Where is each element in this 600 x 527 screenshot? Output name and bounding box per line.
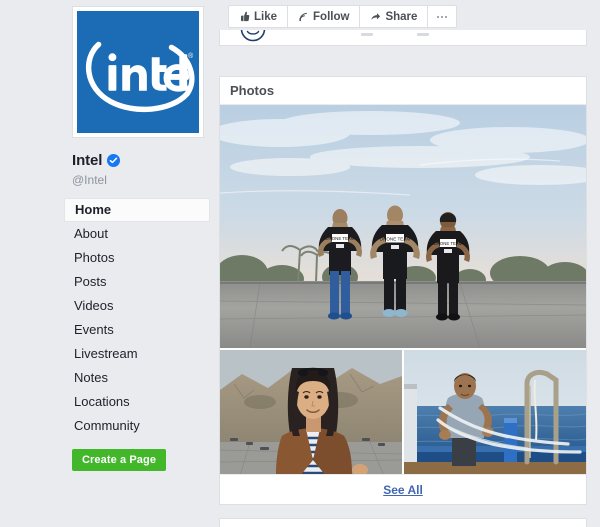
share-button-label: Share bbox=[385, 11, 417, 23]
photo-thumbnail-fisherman-boat[interactable] bbox=[404, 350, 586, 476]
photos-card-title: Photos bbox=[230, 83, 274, 98]
sidebar-item-livestream[interactable]: Livestream bbox=[64, 342, 210, 366]
sidebar-item-videos[interactable]: Videos bbox=[64, 294, 210, 318]
page-action-bar: Like Follow Share bbox=[228, 5, 457, 28]
ellipsis-icon bbox=[437, 16, 447, 18]
sidebar-item-about[interactable]: About bbox=[64, 222, 210, 246]
follow-button[interactable]: Follow bbox=[288, 6, 360, 27]
sidebar-item-home[interactable]: Home bbox=[64, 198, 210, 222]
profile-picture-card[interactable]: ® bbox=[72, 6, 204, 138]
like-button[interactable]: Like bbox=[229, 6, 288, 27]
more-options-button[interactable] bbox=[428, 6, 456, 27]
next-card-clipped-edge bbox=[219, 518, 587, 527]
previous-card-clipped-edge bbox=[219, 30, 587, 46]
share-button[interactable]: Share bbox=[360, 6, 428, 27]
card-text-stub bbox=[417, 33, 429, 36]
svg-text:DRONE TEAM: DRONE TEAM bbox=[434, 241, 463, 246]
create-page-button[interactable]: Create a Page bbox=[72, 449, 166, 471]
photos-card-header: Photos bbox=[220, 77, 586, 105]
verified-badge-icon bbox=[107, 154, 120, 167]
thumbs-up-icon bbox=[239, 11, 250, 22]
page-identity: Intel @Intel bbox=[72, 152, 120, 187]
follow-button-label: Follow bbox=[313, 11, 349, 23]
avatar-icon bbox=[240, 30, 266, 42]
sidebar-nav: Home About Photos Posts Videos Events Li… bbox=[64, 198, 210, 438]
page-title[interactable]: Intel bbox=[72, 152, 102, 169]
photo-thumbnail-woman-desert[interactable] bbox=[220, 350, 402, 476]
svg-text:DRONE TEAM: DRONE TEAM bbox=[380, 236, 411, 241]
sidebar-item-photos[interactable]: Photos bbox=[64, 246, 210, 270]
sidebar-item-community[interactable]: Community bbox=[64, 414, 210, 438]
content-right-column: Like Follow Share bbox=[219, 0, 587, 527]
intel-logo: ® bbox=[77, 11, 199, 133]
share-arrow-icon bbox=[370, 11, 381, 22]
svg-text:DRONE TEAM: DRONE TEAM bbox=[325, 236, 355, 241]
photos-card: Photos bbox=[219, 76, 587, 505]
page-name-row: Intel bbox=[72, 152, 120, 169]
like-button-label: Like bbox=[254, 11, 277, 23]
photo-row bbox=[220, 350, 586, 476]
card-text-stub bbox=[361, 33, 373, 36]
photos-card-footer: See All bbox=[220, 474, 586, 504]
photos-grid: DRONE TEAM bbox=[220, 105, 586, 476]
photo-thumbnail-drone-team[interactable]: DRONE TEAM bbox=[220, 105, 586, 348]
sidebar-item-posts[interactable]: Posts bbox=[64, 270, 210, 294]
see-all-link[interactable]: See All bbox=[383, 483, 423, 497]
profile-left-column: ® Intel @Intel Home About Photos Posts V… bbox=[0, 0, 218, 527]
sidebar-item-locations[interactable]: Locations bbox=[64, 390, 210, 414]
svg-text:®: ® bbox=[188, 52, 193, 60]
page-handle: @Intel bbox=[72, 173, 120, 187]
sidebar-item-notes[interactable]: Notes bbox=[64, 366, 210, 390]
rss-signal-icon bbox=[298, 11, 309, 22]
sidebar-item-events[interactable]: Events bbox=[64, 318, 210, 342]
